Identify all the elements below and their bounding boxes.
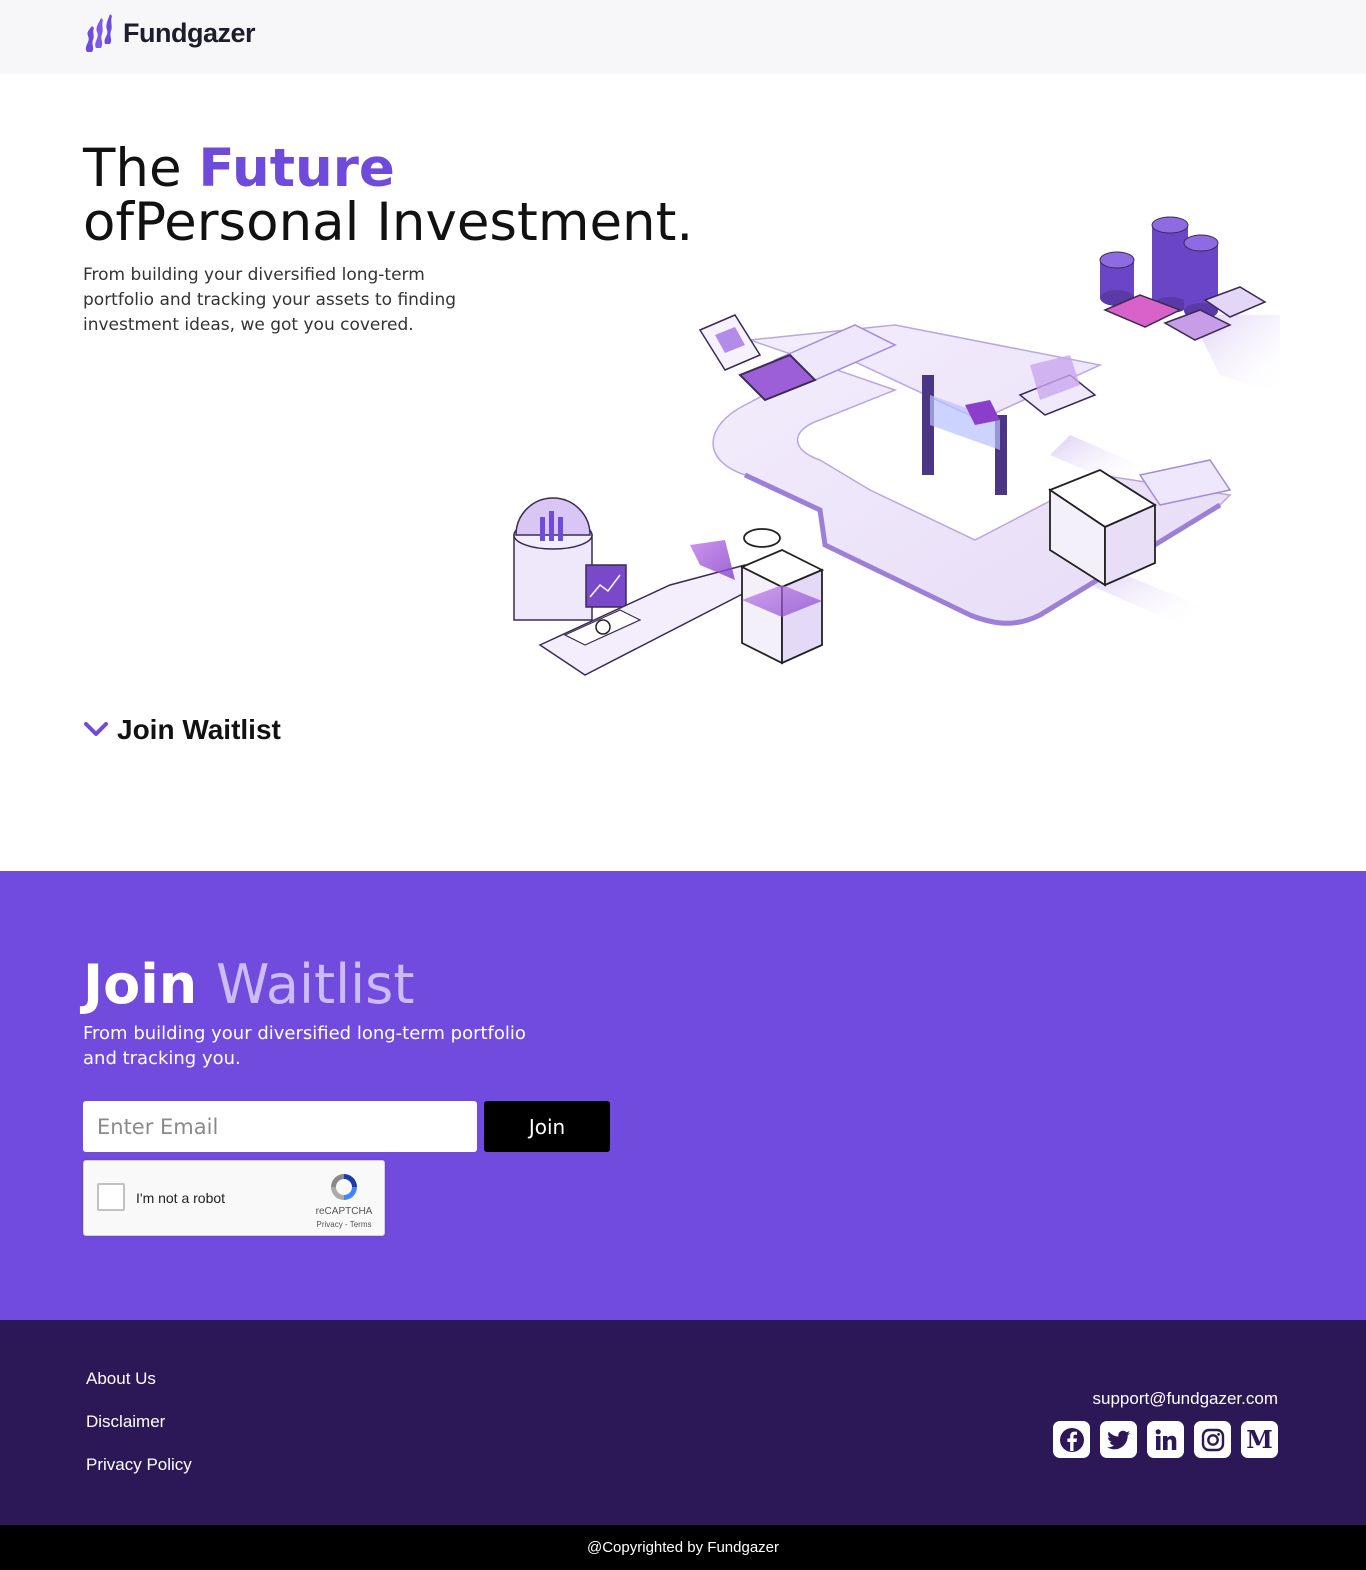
facebook-link[interactable]: [1053, 1421, 1090, 1458]
hero-subtitle: From building your diversified long-term…: [83, 265, 457, 335]
recaptcha-widget: I'm not a robot reCAPTCHA Privacy - Term…: [83, 1160, 385, 1236]
chevron-down-icon: [84, 722, 108, 736]
brand-logo[interactable]: Fundgazer: [83, 12, 256, 54]
recaptcha-label: I'm not a robot: [136, 1190, 226, 1206]
linkedin-icon: [1155, 1428, 1176, 1450]
join-waitlist-toggle-label: Join Waitlist: [117, 714, 281, 745]
fundgazer-logo-icon: [85, 14, 112, 52]
waitlist-title: Join Waitlist: [83, 955, 415, 1015]
site-header: Fundgazer: [0, 0, 1366, 74]
linkedin-link[interactable]: [1147, 1421, 1184, 1458]
waitlist-section: Join Waitlist From building your diversi…: [0, 871, 1366, 1320]
brand-name: Fundgazer: [123, 17, 256, 48]
footer-link-privacy-policy[interactable]: Privacy Policy: [86, 1454, 192, 1476]
instagram-link[interactable]: [1194, 1421, 1231, 1458]
hero-title-accent: Future: [198, 138, 395, 199]
join-button[interactable]: Join: [484, 1101, 610, 1152]
medium-link[interactable]: M: [1241, 1421, 1278, 1458]
waitlist-title-bold: Join: [83, 953, 198, 1016]
facebook-icon: [1059, 1427, 1084, 1452]
hero-illustration: [513, 216, 1280, 676]
join-waitlist-toggle[interactable]: Join Waitlist: [83, 714, 281, 746]
copyright-bar: @Copyrighted by Fundgazer: [0, 1525, 1366, 1570]
twitter-link[interactable]: [1100, 1421, 1137, 1458]
footer-link-disclaimer[interactable]: Disclaimer: [86, 1411, 192, 1433]
waitlist-title-light: Waitlist: [215, 953, 415, 1016]
social-links: M: [1053, 1421, 1278, 1458]
footer-link-about-us[interactable]: About Us: [86, 1368, 192, 1390]
recaptcha-links[interactable]: Privacy - Terms: [306, 1220, 382, 1229]
medium-icon: M: [1246, 1425, 1273, 1454]
twitter-icon: [1106, 1430, 1130, 1449]
recaptcha-brand: reCAPTCHA: [315, 1206, 373, 1217]
footer-links: About Us Disclaimer Privacy Policy: [86, 1368, 192, 1497]
email-input[interactable]: [83, 1101, 477, 1152]
waitlist-subtitle: From building your diversified long-term…: [83, 1023, 526, 1069]
recaptcha-checkbox[interactable]: [97, 1183, 125, 1211]
support-email-link[interactable]: support@fundgazer.com: [1093, 1389, 1278, 1409]
site-footer: About Us Disclaimer Privacy Policy suppo…: [0, 1320, 1366, 1525]
recaptcha-icon: [331, 1174, 357, 1200]
hero-title-prefix: The: [83, 138, 199, 199]
instagram-icon: [1201, 1428, 1224, 1451]
